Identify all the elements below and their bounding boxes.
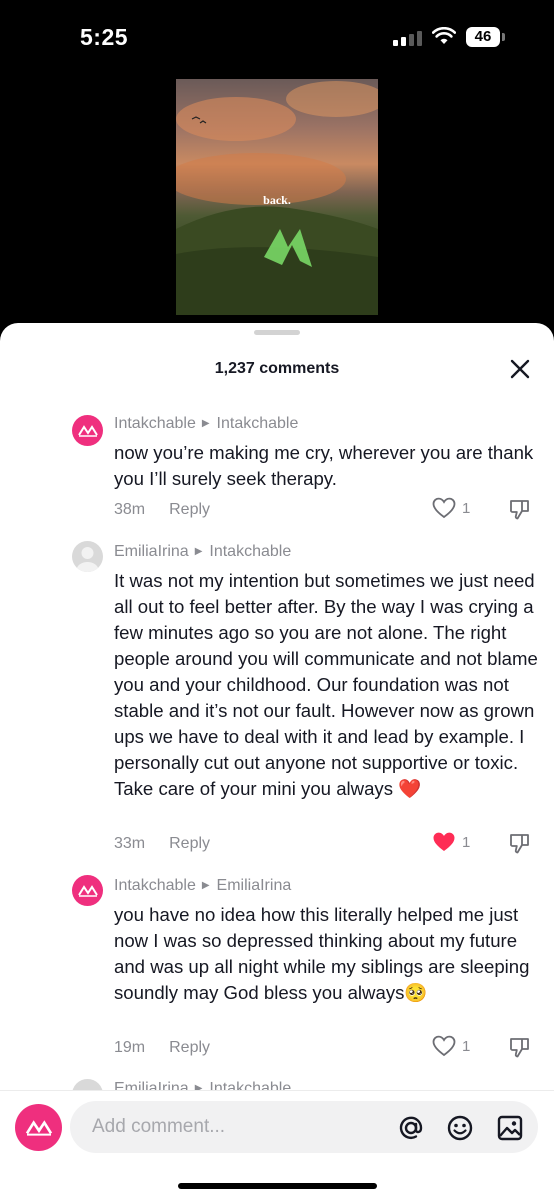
video-caption: back.: [263, 193, 291, 207]
reply-to[interactable]: Intakchable: [217, 415, 299, 432]
comment-author[interactable]: EmiliaIrina: [114, 543, 189, 560]
comment-text: you have no idea how this literally help…: [114, 904, 530, 1003]
comment-text: now you’re making me cry, wherever you a…: [114, 442, 534, 489]
drag-handle[interactable]: [254, 330, 300, 335]
comment-text: It was not my intention but sometimes we…: [114, 570, 538, 799]
default-avatar-icon: [76, 547, 99, 572]
like-button[interactable]: 1: [432, 831, 470, 853]
comment-time: 38m: [114, 501, 146, 518]
divider: [0, 1090, 554, 1091]
comment-item: EmiliaIrina ▶ Intakchable: [0, 1075, 554, 1090]
status-bar: 5:25 46: [0, 0, 554, 72]
image-icon[interactable]: [496, 1114, 524, 1142]
close-icon[interactable]: [508, 357, 532, 381]
reply-arrow-icon: ▶: [194, 546, 203, 557]
comment-footer: 38m Reply: [114, 501, 210, 519]
comment-time: 33m: [114, 835, 146, 852]
avatar[interactable]: [72, 541, 103, 572]
dislike-icon[interactable]: [508, 498, 532, 522]
heart-outline-icon: [432, 1035, 456, 1057]
comment-author[interactable]: Intakchable: [114, 415, 196, 432]
reply-button[interactable]: Reply: [169, 1039, 210, 1056]
reply-arrow-icon: ▶: [194, 1083, 203, 1090]
brand-logo-icon: [25, 1119, 52, 1136]
comment-meta: EmiliaIrina ▶ Intakchable: [114, 1080, 291, 1090]
cellular-signal-icon: [393, 30, 423, 46]
like-button[interactable]: 1: [432, 1035, 470, 1057]
reply-to[interactable]: Intakchable: [209, 543, 291, 560]
comment-author[interactable]: EmiliaIrina: [114, 1080, 189, 1090]
reply-button[interactable]: Reply: [169, 501, 210, 518]
avatar[interactable]: [72, 1079, 103, 1090]
status-time: 5:25: [80, 24, 129, 50]
brand-logo-icon: [77, 884, 98, 897]
comment-input-placeholder: Add comment...: [92, 1116, 226, 1137]
battery-level: 46: [466, 27, 500, 47]
like-count: 1: [462, 1037, 471, 1055]
reply-to[interactable]: Intakchable: [209, 1080, 291, 1090]
comment-meta: Intakchable ▶ Intakchable: [114, 415, 298, 433]
wifi-icon: [432, 27, 456, 44]
like-count: 1: [462, 499, 471, 517]
comment-footer: 19m Reply: [114, 1039, 210, 1057]
avatar[interactable]: [72, 415, 103, 446]
home-indicator[interactable]: [178, 1183, 377, 1189]
avatar[interactable]: [72, 875, 103, 906]
video-thumbnail[interactable]: back.: [176, 79, 378, 315]
brand-logo-icon: [77, 424, 98, 437]
mention-icon[interactable]: [397, 1114, 425, 1142]
battery-tip: [502, 33, 505, 41]
comments-sheet: 1,237 comments Intakchable ▶ Intakchable n…: [0, 323, 554, 1200]
reply-arrow-icon: ▶: [201, 418, 210, 429]
dislike-icon[interactable]: [508, 832, 532, 856]
dislike-icon[interactable]: [508, 1036, 532, 1060]
comment-time: 19m: [114, 1039, 146, 1056]
my-avatar[interactable]: [15, 1104, 62, 1151]
heart-outline-icon: [432, 497, 456, 519]
comment-meta: Intakchable ▶ EmiliaIrina: [114, 877, 291, 895]
like-button[interactable]: 1: [432, 497, 470, 519]
heart-filled-icon: [433, 832, 455, 851]
reply-arrow-icon: ▶: [201, 880, 210, 891]
comment-count: 1,237 comments: [214, 360, 340, 377]
comment-footer: 33m Reply: [114, 835, 210, 853]
comment-input[interactable]: Add comment...: [70, 1101, 538, 1153]
reply-button[interactable]: Reply: [169, 835, 210, 852]
emoji-icon[interactable]: [446, 1114, 474, 1142]
reply-to[interactable]: EmiliaIrina: [217, 877, 292, 894]
comment-meta: EmiliaIrina ▶ Intakchable: [114, 543, 291, 561]
comment-author[interactable]: Intakchable: [114, 877, 196, 894]
like-count: 1: [462, 833, 471, 851]
